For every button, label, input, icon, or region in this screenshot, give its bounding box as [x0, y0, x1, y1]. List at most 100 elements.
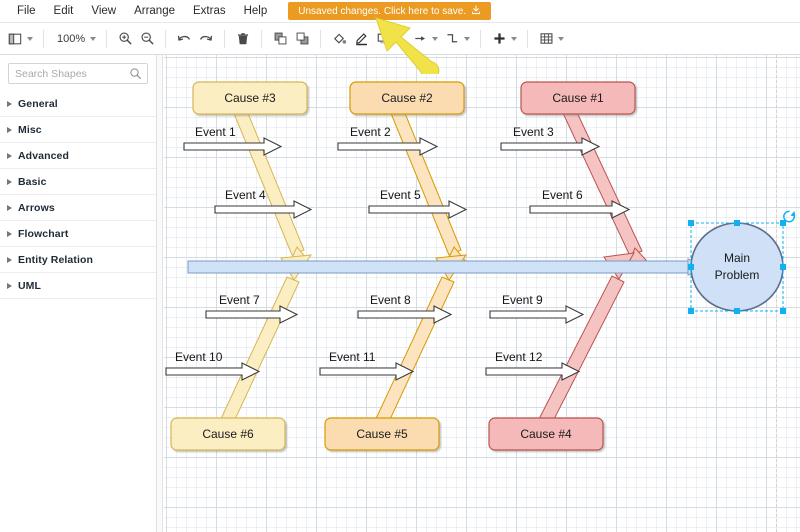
menu-view[interactable]: View: [82, 1, 125, 21]
bring-to-front-icon[interactable]: [269, 28, 291, 50]
sidebar-item-entity-relation[interactable]: Entity Relation: [0, 247, 156, 273]
event-arrow-10[interactable]: [165, 362, 261, 381]
main-problem-ellipse[interactable]: [690, 222, 784, 312]
chevron-right-icon: [7, 256, 12, 263]
event-arrow-1[interactable]: [183, 137, 283, 156]
event-arrow-11[interactable]: [319, 362, 415, 381]
sidebar-item-misc[interactable]: Misc: [0, 117, 156, 143]
cause-box-3[interactable]: [192, 81, 308, 115]
resize-handle-w[interactable]: [688, 264, 694, 270]
sidebar-item-label: Advanced: [18, 149, 69, 162]
search-icon[interactable]: [129, 67, 142, 85]
insert-dropdown-caret[interactable]: [511, 36, 518, 41]
resize-handle-sw[interactable]: [688, 308, 694, 314]
bone-cause-1[interactable]: [561, 105, 658, 272]
layers-view-icon[interactable]: [4, 28, 26, 50]
toolbar-divider: [480, 29, 482, 48]
bone-cause-3[interactable]: [232, 105, 318, 271]
diagram-canvas[interactable]: Cause #3 Cause #2 Cause #1 Cause #6 Caus…: [164, 55, 800, 532]
toolbar-group-insert: [484, 23, 524, 54]
fill-color-icon[interactable]: [328, 28, 350, 50]
toolbar-group-connection: [405, 23, 477, 54]
cause-box-5[interactable]: [324, 417, 440, 451]
toolbar-divider: [320, 29, 322, 48]
trash-icon[interactable]: [232, 28, 254, 50]
zoom-out-icon[interactable]: [136, 28, 158, 50]
search-input[interactable]: [9, 64, 147, 83]
zoom-level-label[interactable]: 100%: [51, 33, 89, 45]
sidebar-item-flowchart[interactable]: Flowchart: [0, 221, 156, 247]
shapes-sidebar: General Misc Advanced Basic Arrows Flowc…: [0, 55, 157, 532]
toolbar-divider: [43, 29, 44, 48]
bone-cause-6[interactable]: [218, 254, 313, 429]
zoom-in-icon[interactable]: [114, 28, 136, 50]
event-arrow-3[interactable]: [500, 137, 601, 156]
main-spine-arrow[interactable]: [187, 258, 712, 276]
table-grid-icon[interactable]: [535, 28, 557, 50]
sidebar-item-uml[interactable]: UML: [0, 273, 156, 299]
resize-handle-nw[interactable]: [688, 220, 694, 226]
event-arrow-2[interactable]: [337, 137, 439, 156]
unsaved-changes-save-button[interactable]: Unsaved changes. Click here to save.: [288, 2, 492, 20]
line-color-icon[interactable]: [350, 28, 372, 50]
cause-box-1[interactable]: [520, 81, 636, 115]
event-arrow-5[interactable]: [368, 200, 468, 219]
connection-arrow-icon[interactable]: [409, 28, 431, 50]
sidebar-item-advanced[interactable]: Advanced: [0, 143, 156, 169]
menu-edit[interactable]: Edit: [45, 1, 83, 21]
event-arrow-12[interactable]: [485, 362, 581, 381]
table-dropdown-caret[interactable]: [558, 36, 565, 41]
toolbar-group-zoom: 100%: [47, 23, 103, 54]
sidebar-item-label: Misc: [18, 123, 42, 136]
zoom-dropdown-caret[interactable]: [90, 36, 97, 41]
search-shapes-wrapper: [0, 55, 156, 91]
sidebar-splitter[interactable]: [157, 55, 163, 532]
toolbar-group-style: [324, 23, 398, 54]
sidebar-item-label: Basic: [18, 175, 47, 188]
event-arrow-9[interactable]: [489, 305, 585, 324]
waypoints-dropdown-caret[interactable]: [464, 36, 471, 41]
cause-box-4[interactable]: [488, 417, 604, 451]
unsaved-changes-label: Unsaved changes. Click here to save.: [298, 5, 467, 17]
menu-help[interactable]: Help: [235, 1, 277, 21]
cause-box-6[interactable]: [170, 417, 286, 451]
toolbar-divider: [261, 29, 263, 48]
bone-cause-2[interactable]: [389, 105, 475, 271]
event-arrow-4[interactable]: [214, 200, 313, 219]
search-shapes-box[interactable]: [8, 63, 148, 84]
toolbar-group-view: [0, 23, 40, 54]
resize-handle-e[interactable]: [780, 264, 786, 270]
sidebar-item-label: Arrows: [18, 201, 55, 214]
event-arrow-6[interactable]: [529, 200, 631, 219]
sidebar-item-arrows[interactable]: Arrows: [0, 195, 156, 221]
undo-icon[interactable]: [173, 28, 195, 50]
chevron-right-icon: [7, 230, 12, 237]
event-arrow-8[interactable]: [357, 305, 453, 324]
insert-plus-icon[interactable]: [488, 28, 510, 50]
shadow-icon[interactable]: [372, 28, 394, 50]
toolbar: 100%: [0, 23, 800, 55]
menu-extras[interactable]: Extras: [184, 1, 235, 21]
rotate-handle-icon[interactable]: [783, 210, 796, 223]
toolbar-group-zoom-buttons: [110, 23, 162, 54]
bone-cause-4[interactable]: [536, 252, 635, 430]
bone-cause-5[interactable]: [373, 254, 468, 429]
redo-icon[interactable]: [195, 28, 217, 50]
menu-arrange[interactable]: Arrange: [125, 1, 184, 21]
event-arrow-7[interactable]: [205, 305, 299, 324]
chevron-right-icon: [7, 282, 12, 289]
send-to-back-icon[interactable]: [291, 28, 313, 50]
sidebar-item-basic[interactable]: Basic: [0, 169, 156, 195]
resize-handle-n[interactable]: [734, 220, 740, 226]
resize-handle-se[interactable]: [780, 308, 786, 314]
cause-box-2[interactable]: [349, 81, 465, 115]
view-dropdown-caret[interactable]: [27, 36, 33, 41]
sidebar-item-label: Entity Relation: [18, 253, 94, 266]
resize-handle-s[interactable]: [734, 308, 740, 314]
menu-file[interactable]: File: [8, 1, 45, 21]
waypoints-icon[interactable]: [441, 28, 463, 50]
toolbar-group-history: [169, 23, 221, 54]
connection-dropdown-caret[interactable]: [432, 36, 439, 41]
save-icon: [471, 4, 481, 18]
sidebar-item-general[interactable]: General: [0, 91, 156, 117]
